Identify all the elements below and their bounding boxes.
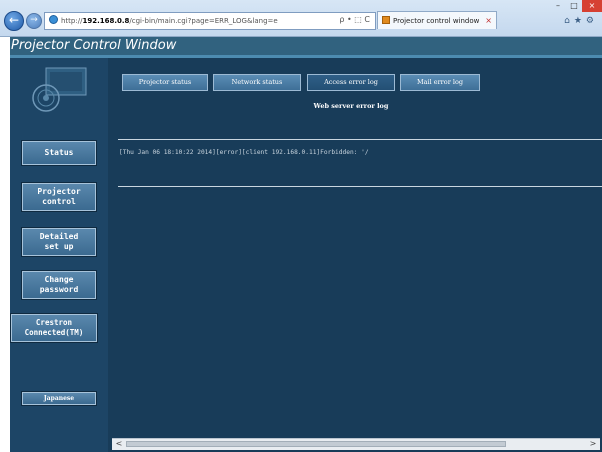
projector-control-page: Projector Control Window Status Projecto…	[10, 37, 602, 452]
address-prefix: http://	[61, 17, 83, 25]
tab-network-status[interactable]: Network status	[213, 74, 301, 91]
status-button[interactable]: Status	[21, 140, 97, 166]
projector-control-button[interactable]: Projector control	[21, 182, 97, 212]
log-entry: [Thu Jan 06 18:10:22 2014][error][client…	[119, 149, 369, 156]
change-password-button[interactable]: Change password	[21, 270, 97, 300]
crestron-connected-button[interactable]: Crestron Connected(TM)	[10, 313, 98, 343]
minimize-button[interactable]: –	[550, 0, 566, 12]
divider	[118, 139, 602, 140]
tab-access-error-log[interactable]: Access error log	[307, 74, 395, 91]
tab-favicon-icon	[382, 16, 390, 24]
tab-close-icon[interactable]: ×	[485, 12, 492, 29]
tab-projector-status[interactable]: Projector status	[122, 74, 208, 91]
forward-arrow-icon[interactable]: →	[26, 13, 42, 29]
page-title: Projector Control Window	[10, 37, 602, 55]
browser-tab-title: Projector control window	[393, 17, 480, 25]
tab-mail-error-log[interactable]: Mail error log	[400, 74, 480, 91]
address-path: /cgi-bin/main.cgi?page=ERR_LOG&lang=e	[129, 17, 278, 25]
detailed-setup-button[interactable]: Detailed set up	[21, 227, 97, 257]
main-content: Projector status Network status Access e…	[108, 58, 602, 452]
scroll-right-icon[interactable]: >	[588, 438, 598, 449]
scroll-left-icon[interactable]: <	[114, 438, 124, 449]
maximize-button[interactable]: □	[566, 0, 582, 12]
back-arrow-icon[interactable]: ←	[4, 11, 24, 31]
sidebar: Status Projector control Detailed set up…	[10, 58, 108, 452]
window-controls: – □ ×	[550, 0, 602, 14]
address-host: 192.168.0.8	[82, 17, 130, 25]
home-favorites-settings-icons[interactable]: ⌂★⚙	[564, 16, 598, 26]
browser-toolbar: ← → http://192.168.0.8/cgi-bin/main.cgi?…	[0, 0, 602, 37]
japanese-language-button[interactable]: Japanese	[21, 391, 97, 406]
site-icon	[49, 15, 58, 24]
projector-logo-icon	[32, 67, 87, 112]
horizontal-scrollbar[interactable]: < >	[112, 438, 600, 450]
browser-tab[interactable]: Projector control window ×	[377, 11, 497, 29]
page-left-margin	[0, 37, 10, 452]
address-bar[interactable]: http://192.168.0.8/cgi-bin/main.cgi?page…	[44, 12, 376, 30]
address-tools[interactable]: ρ • ⬚ C	[330, 12, 374, 28]
divider	[118, 186, 602, 187]
section-title: Web server error log	[313, 102, 389, 110]
scrollbar-thumb[interactable]	[126, 441, 506, 447]
close-window-button[interactable]: ×	[582, 0, 602, 12]
